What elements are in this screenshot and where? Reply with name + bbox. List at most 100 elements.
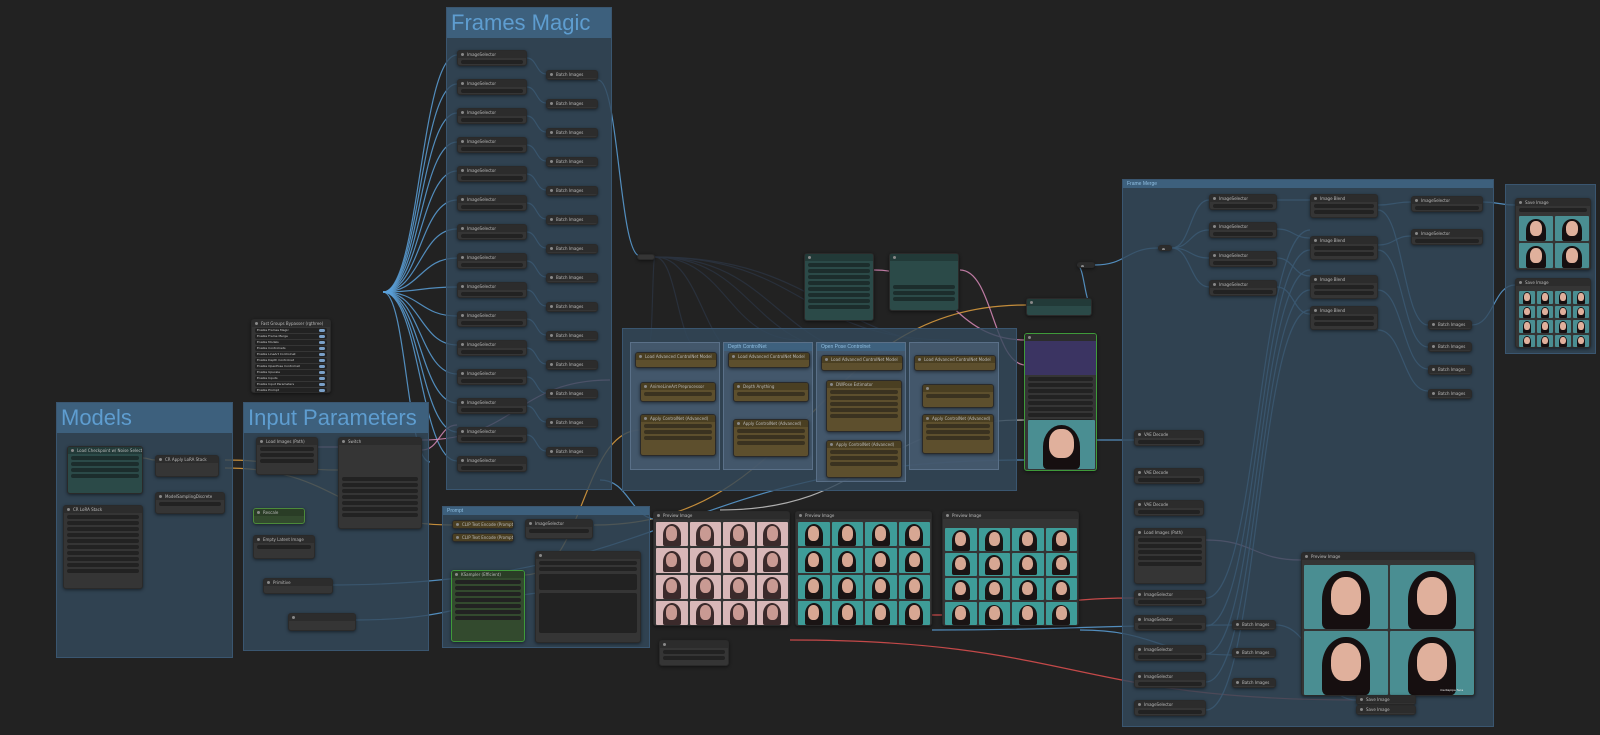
- toggle-icon[interactable]: [319, 341, 325, 344]
- image-selector-node[interactable]: ImageSelector: [457, 166, 527, 182]
- batch-images-node[interactable]: Batch Images: [1428, 365, 1472, 375]
- thumbnail-image[interactable]: [898, 574, 930, 599]
- thumbnail-image[interactable]: [898, 522, 930, 547]
- anime-lineart-node[interactable]: AnimeLineArt Preprocessor: [640, 382, 716, 402]
- thumbnail-image[interactable]: [1519, 320, 1535, 333]
- thumbnail-image[interactable]: [945, 602, 977, 625]
- thumbnail-image[interactable]: [831, 548, 863, 573]
- prompt-text-node[interactable]: [535, 551, 641, 643]
- thumbnail-image[interactable]: [756, 548, 788, 573]
- thumbnail-image[interactable]: [1537, 305, 1553, 318]
- thumbnail-image[interactable]: [978, 552, 1010, 576]
- thumbnail-image[interactable]: [865, 574, 897, 599]
- image-selector-node[interactable]: ImageSelector: [457, 456, 527, 472]
- bypasser-toggle[interactable]: Enable Models: [255, 340, 327, 345]
- thumbnail-image[interactable]: [1304, 565, 1388, 629]
- image-selector-node[interactable]: ImageSelector: [457, 398, 527, 414]
- batch-images-node[interactable]: Batch Images: [546, 389, 598, 399]
- thumbnail-image[interactable]: [656, 548, 688, 573]
- image-selector-node[interactable]: ImageSelector: [1134, 672, 1206, 688]
- thumbnail-image[interactable]: [723, 548, 755, 573]
- apply-controlnet-depth[interactable]: Apply ControlNet (Advanced): [733, 419, 809, 457]
- image-selector-node[interactable]: ImageSelector: [457, 311, 527, 327]
- batch-images-node[interactable]: Batch Images: [546, 157, 598, 167]
- toggle-icon[interactable]: [319, 329, 325, 332]
- batch-images-node[interactable]: Batch Images: [546, 447, 598, 457]
- toggle-icon[interactable]: [319, 365, 325, 368]
- thumbnail-image[interactable]: [898, 548, 930, 573]
- thumbnail-image[interactable]: [1537, 320, 1553, 333]
- batch-images-node[interactable]: Batch Images: [1232, 620, 1276, 630]
- thumbnail-image[interactable]: [831, 574, 863, 599]
- batch-images-node[interactable]: Batch Images: [546, 418, 598, 428]
- thumbnail-image[interactable]: [798, 600, 830, 625]
- thumbnail-image[interactable]: [756, 522, 788, 547]
- thumbnail-image[interactable]: [1573, 305, 1589, 318]
- batch-images-node[interactable]: Batch Images: [546, 128, 598, 138]
- depth-anything-node[interactable]: Depth Anything: [733, 382, 809, 402]
- batch-images-bottom-node[interactable]: [659, 640, 729, 666]
- reroute-node[interactable]: [1158, 245, 1172, 251]
- bypasser-toggle[interactable]: Enable Input Parameters: [255, 382, 327, 387]
- save-node[interactable]: Save Image: [1356, 705, 1416, 715]
- bypasser-toggle[interactable]: Enable Frame Merge: [255, 334, 327, 339]
- image-selector-node[interactable]: ImageSelector: [1134, 700, 1206, 716]
- image-selector-node[interactable]: ImageSelector: [1411, 196, 1483, 212]
- image-selector-node[interactable]: ImageSelector: [457, 224, 527, 240]
- image-selector-node[interactable]: ImageSelector: [1134, 615, 1206, 631]
- thumbnail-image[interactable]: [1555, 243, 1589, 268]
- controlnet-loader-depth[interactable]: Load Advanced ControlNet Model: [728, 352, 810, 368]
- thumbnail-image[interactable]: [945, 577, 977, 601]
- batch-images-node[interactable]: Batch Images: [1428, 320, 1472, 330]
- thumbnail-image[interactable]: [798, 548, 830, 573]
- switch-node[interactable]: Switch: [338, 437, 422, 529]
- bypasser-toggle[interactable]: Enable Frames Magic: [255, 328, 327, 333]
- apply-controlnet-lineart[interactable]: Apply ControlNet (Advanced): [640, 414, 716, 456]
- thumbnail-image[interactable]: [689, 574, 721, 599]
- fast-groups-bypasser-node[interactable]: Fast Groups Bypasser (rgthree) Enable Fr…: [251, 319, 331, 393]
- thumbnail-image[interactable]: [1573, 320, 1589, 333]
- controlnet-loader-upscale[interactable]: Load Advanced ControlNet Model: [914, 355, 996, 371]
- thumbnail-image[interactable]: [1045, 602, 1077, 625]
- toggle-icon[interactable]: [319, 371, 325, 374]
- reroute-top-node[interactable]: [637, 254, 655, 260]
- thumbnail-image[interactable]: [1012, 577, 1044, 601]
- thumbnail-image[interactable]: [756, 574, 788, 599]
- thumbnail-image[interactable]: [865, 548, 897, 573]
- thumbnail-image[interactable]: [831, 600, 863, 625]
- batch-images-node[interactable]: Batch Images: [546, 70, 598, 80]
- apply-controlnet-stack-node[interactable]: [1026, 298, 1092, 316]
- thumbnail-image[interactable]: [1390, 631, 1474, 695]
- vae-decode-node[interactable]: VAE Decode: [1134, 430, 1204, 446]
- thumbnail-image[interactable]: [898, 600, 930, 625]
- bypasser-toggle[interactable]: Enable Upscale: [255, 370, 327, 375]
- batch-images-node[interactable]: Batch Images: [546, 244, 598, 254]
- clip-text-encode-positive-node[interactable]: CLIP Text Encode (Prompt): [452, 520, 514, 529]
- batch-images-node[interactable]: Batch Images: [546, 186, 598, 196]
- thumbnail-image[interactable]: [1012, 602, 1044, 625]
- thumbnail-image[interactable]: [1045, 577, 1077, 601]
- multiply-node[interactable]: [288, 613, 356, 631]
- bypasser-toggle[interactable]: Enable Inputs: [255, 376, 327, 381]
- lora-stack-node[interactable]: CR LoRA Stack: [63, 505, 143, 589]
- image-selector-node[interactable]: ImageSelector: [457, 195, 527, 211]
- image-selector-node[interactable]: ImageSelector: [1209, 194, 1277, 210]
- save-node[interactable]: Save Image: [1356, 695, 1416, 705]
- batch-images-node[interactable]: Batch Images: [546, 215, 598, 225]
- image-selector-node[interactable]: ImageSelector: [457, 108, 527, 124]
- thumbnail-image[interactable]: [1555, 291, 1571, 304]
- thumbnail-image[interactable]: [1555, 320, 1571, 333]
- thumbnail-image[interactable]: [1519, 334, 1535, 347]
- batch-images-node[interactable]: Batch Images: [546, 360, 598, 370]
- ksampler-preview-node[interactable]: [1024, 333, 1097, 471]
- image-blend-node[interactable]: Image Blend: [1310, 236, 1378, 260]
- thumbnail-image[interactable]: [1537, 291, 1553, 304]
- thumbnail-image[interactable]: [1555, 305, 1571, 318]
- controlnet-loader-openpose[interactable]: Load Advanced ControlNet Model: [821, 355, 903, 371]
- thumbnail-image[interactable]: [723, 600, 755, 625]
- thumbnail-image[interactable]: [689, 600, 721, 625]
- clip-text-encode-negative-node[interactable]: CLIP Text Encode (Prompt): [452, 533, 514, 542]
- vae-decode-node[interactable]: VAE Decode: [1134, 500, 1204, 516]
- thumbnail-image[interactable]: [945, 528, 977, 551]
- save-image-b[interactable]: Save Image: [1515, 278, 1591, 348]
